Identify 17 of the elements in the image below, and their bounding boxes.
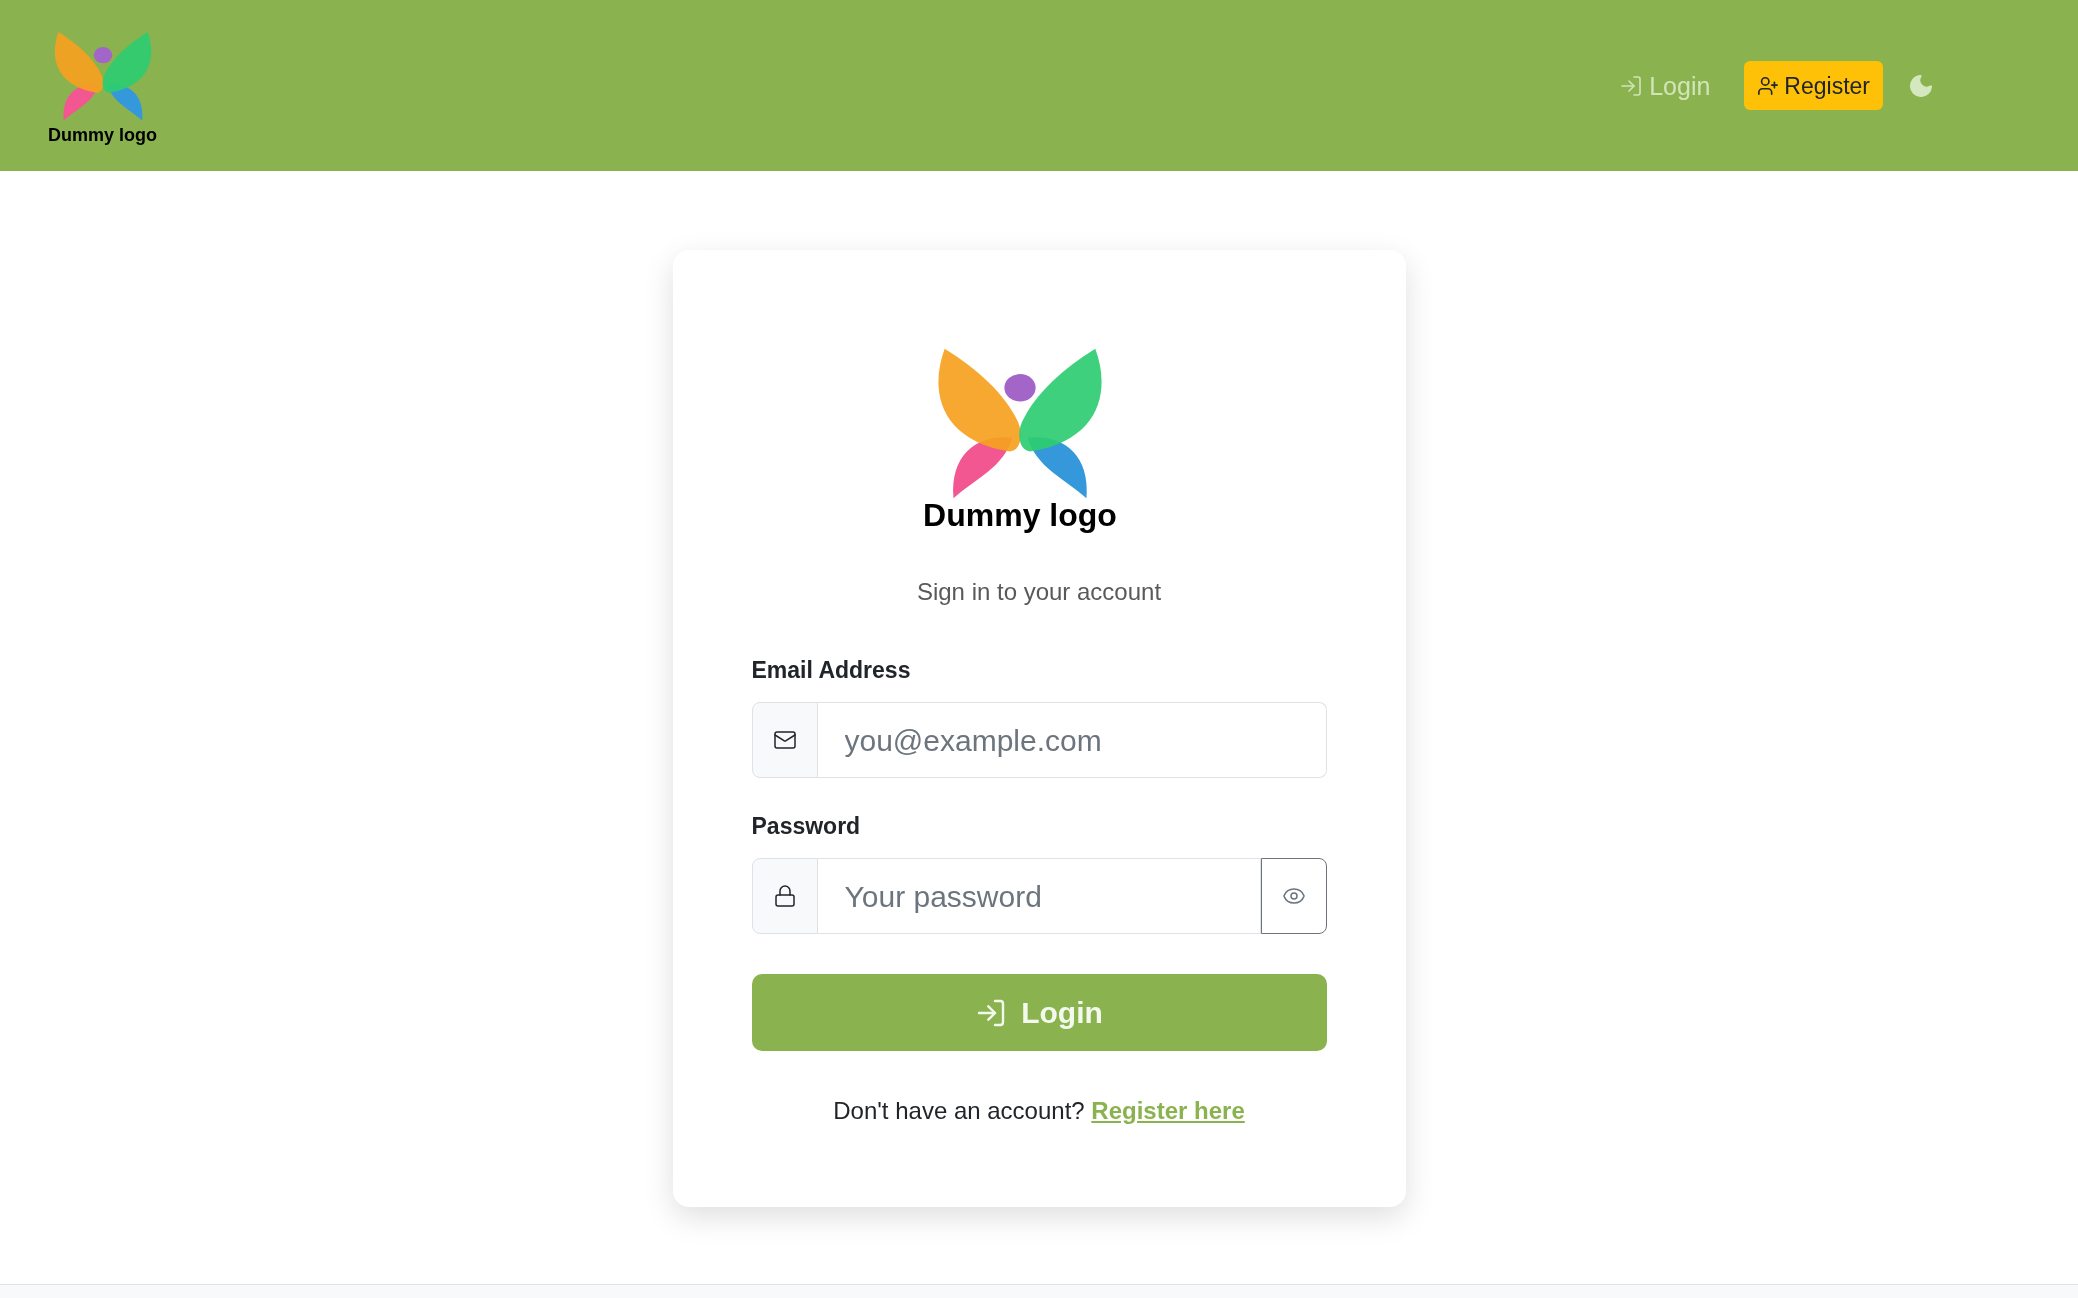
- register-button[interactable]: Register: [1744, 61, 1883, 110]
- login-button[interactable]: Login: [751, 974, 1327, 1051]
- email-input[interactable]: you@example.com: [817, 702, 1327, 778]
- register-prompt: Don't have an account? Register here: [832, 1096, 1246, 1126]
- person-plus-icon: [1757, 74, 1780, 97]
- envelope-icon: [772, 728, 797, 752]
- show-password-button[interactable]: [1260, 858, 1327, 934]
- login-link[interactable]: Login: [1619, 69, 1711, 102]
- password-input[interactable]: Your password: [817, 858, 1261, 934]
- sign-in-icon: [1619, 73, 1644, 98]
- field-label: Email Address: [751, 656, 912, 685]
- logo-text: Dummy logo: [48, 123, 157, 146]
- logo-text: Dummy logo: [923, 496, 1117, 535]
- subtitle: Sign in to your account: [915, 577, 1163, 607]
- lock-icon: [772, 884, 797, 908]
- register-link[interactable]: Register here: [1091, 1097, 1245, 1124]
- field-label: Password: [751, 812, 862, 841]
